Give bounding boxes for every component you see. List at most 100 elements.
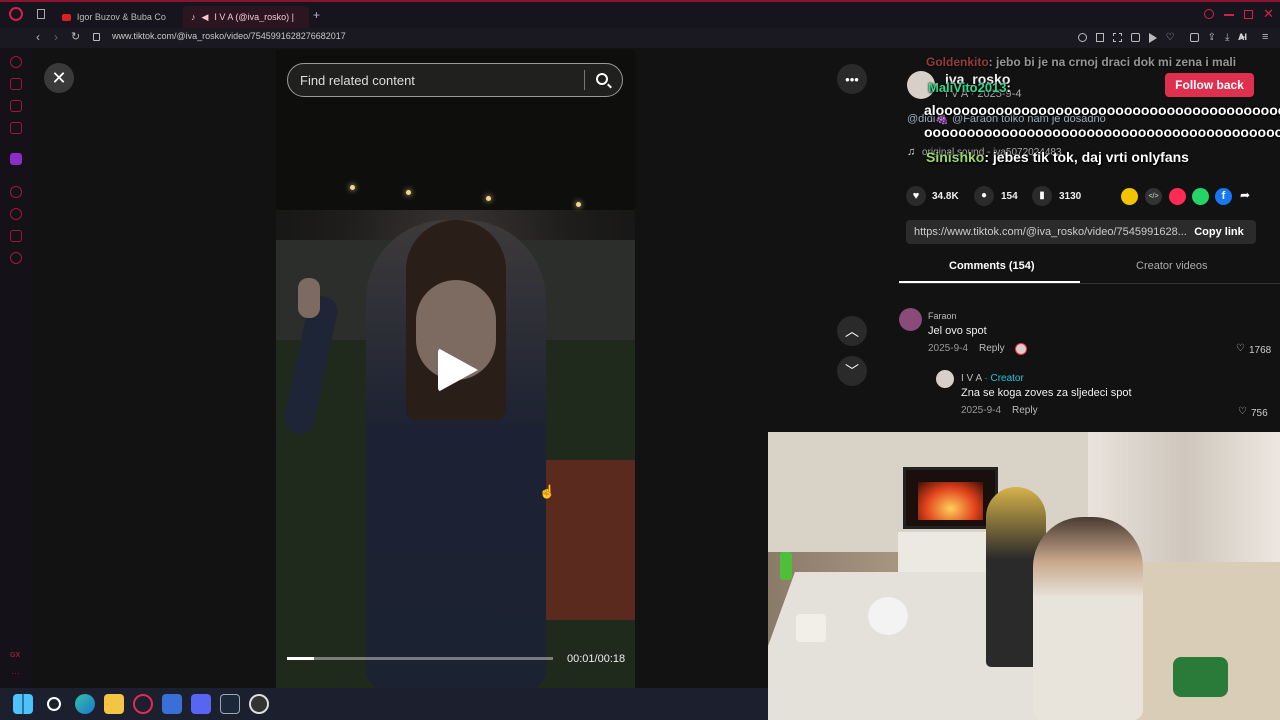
speaker-icon: ◀ (201, 11, 209, 22)
copy-link-button[interactable]: Copy link (1182, 220, 1256, 244)
gx-label[interactable]: GX (10, 652, 20, 659)
steam-icon[interactable] (220, 694, 240, 714)
tab-creator-videos[interactable]: Creator videos (1136, 260, 1208, 272)
opera-gx-icon[interactable] (133, 694, 153, 714)
new-tab-button[interactable]: + (313, 8, 320, 22)
search-taskbar-icon[interactable] (47, 697, 61, 711)
extensions-sidebar-icon[interactable] (10, 230, 22, 242)
comment-avatar[interactable] (899, 308, 922, 331)
aria-icon[interactable] (10, 78, 22, 90)
comment-text: Zna se koga zoves za sljedeci spot (961, 387, 1132, 399)
chat-line: MaliVito2013: (928, 80, 1011, 95)
comment-like-icon[interactable]: ♡ (1238, 406, 1247, 417)
minimize-button[interactable] (1224, 14, 1234, 16)
maximize-button[interactable] (1244, 10, 1253, 19)
facebook-icon[interactable]: f (1215, 188, 1232, 205)
comment-user[interactable]: I V A · Creator (961, 373, 1024, 384)
search-input[interactable]: Find related content (300, 73, 415, 88)
friends-share-icon[interactable] (1121, 188, 1138, 205)
share-icon[interactable]: ⇪ (1208, 33, 1216, 43)
download-icon[interactable]: ⤓ (1225, 33, 1229, 43)
menu-icon[interactable]: ≡ (1262, 31, 1268, 43)
forward-icon[interactable]: › (54, 30, 58, 44)
file-explorer-icon[interactable] (104, 694, 124, 714)
chat-text: : jebo bi je na crnoj draci dok mi zena … (988, 55, 1237, 69)
mail-icon[interactable] (10, 122, 22, 134)
twitch-icon[interactable] (10, 153, 22, 165)
reply-button[interactable]: Reply (979, 343, 1005, 354)
page-icon (37, 9, 45, 19)
man-streamer (1033, 517, 1143, 720)
comment-like-count: 1768 (1249, 345, 1272, 356)
raised-hand (298, 278, 320, 318)
snapshot-icon[interactable] (1112, 33, 1122, 42)
close-window-button[interactable]: ✕ (1263, 6, 1274, 22)
share-url-text: https://www.tiktok.com/@iva_rosko/video/… (914, 226, 1187, 238)
tab-igor-buzov[interactable]: Igor Buzov & Buba Coreli (54, 6, 174, 28)
tiktok-icon: ♪ (191, 12, 196, 22)
save-count: 3130 (1059, 191, 1082, 202)
chat-line: oooooooooooooooooooooooooooooooooooooooo… (924, 124, 1280, 140)
like-button[interactable]: ♥ (906, 186, 926, 206)
reply-button[interactable]: Reply (1012, 405, 1038, 416)
windows-start-icon[interactable] (13, 694, 33, 714)
discord-icon[interactable] (191, 694, 211, 714)
comment-button[interactable]: ● (974, 186, 994, 206)
player-sidebar-icon[interactable] (10, 186, 22, 198)
progress-fill (287, 657, 314, 660)
opera-logo-icon[interactable] (9, 7, 23, 21)
search-tabs-icon[interactable] (1204, 9, 1214, 19)
play-icon[interactable] (438, 348, 478, 392)
next-video-button[interactable]: ﹀ (837, 356, 867, 386)
reload-icon[interactable]: ↻ (71, 30, 80, 43)
street-light (406, 190, 411, 195)
drink-can (780, 552, 792, 580)
search-icon[interactable] (596, 73, 608, 85)
previous-video-button[interactable]: ︿ (837, 316, 867, 346)
back-icon[interactable]: ‹ (36, 30, 40, 44)
youtube-icon (62, 13, 71, 21)
follow-back-button[interactable]: Follow back (1165, 73, 1254, 97)
green-bag (1173, 657, 1228, 697)
edge-icon[interactable] (75, 694, 95, 714)
comment-avatar[interactable] (936, 370, 954, 388)
street-light (350, 185, 355, 190)
microphone (868, 597, 908, 635)
close-button[interactable]: ✕ (44, 63, 74, 93)
url-field[interactable]: www.tiktok.com/@iva_rosko/video/75459916… (112, 31, 346, 41)
zoom-icon[interactable] (1077, 33, 1087, 42)
history-icon[interactable] (10, 56, 22, 68)
messenger-icon[interactable] (10, 100, 22, 112)
save-button[interactable]: ▮ (1032, 186, 1052, 206)
comment-like-count: 756 (1251, 408, 1268, 419)
clock-icon[interactable] (10, 208, 22, 220)
chat-user: Sinishko (926, 149, 985, 165)
comment-like-icon[interactable]: ♡ (1236, 343, 1245, 354)
player-icon[interactable] (1148, 33, 1157, 43)
tab-tiktok[interactable]: ♪ ◀ I V A (@iva_rosko) | (183, 6, 309, 28)
lock-icon (93, 33, 100, 41)
whatsapp-icon[interactable] (1192, 188, 1209, 205)
pin-icon[interactable] (1095, 33, 1104, 42)
comment-date: 2025-9-4 (961, 405, 1002, 416)
more-options-button[interactable]: ••• (837, 64, 867, 94)
tab-comments[interactable]: Comments (154) (949, 260, 1035, 272)
ai-button[interactable]: AI (1238, 32, 1247, 42)
adblock-icon[interactable] (1130, 33, 1140, 42)
comment-user[interactable]: Faraon (928, 311, 957, 321)
embed-icon[interactable]: </> (1145, 188, 1162, 205)
more-share-icon[interactable]: ➦ (1240, 188, 1250, 202)
progress-track[interactable] (287, 657, 553, 660)
monitor-app-icon[interactable] (162, 694, 182, 714)
address-toolbar: ♡ ⇪ ⤓ ➤ (1077, 33, 1246, 43)
extensions-icon[interactable] (1189, 33, 1199, 42)
creator-name: I V A (961, 373, 982, 384)
more-icon[interactable]: ··· (11, 668, 20, 678)
chat-text: : jebes tik tok, daj vrti onlyfans (984, 149, 1189, 165)
webcam-overlay (768, 432, 1280, 720)
settings-icon[interactable] (10, 252, 22, 264)
chat-line: Sinishko: jebes tik tok, daj vrti onlyfa… (926, 149, 1189, 165)
heart-icon[interactable]: ♡ (1166, 33, 1175, 43)
send-share-icon[interactable] (1169, 188, 1186, 205)
obs-icon[interactable] (249, 694, 269, 714)
